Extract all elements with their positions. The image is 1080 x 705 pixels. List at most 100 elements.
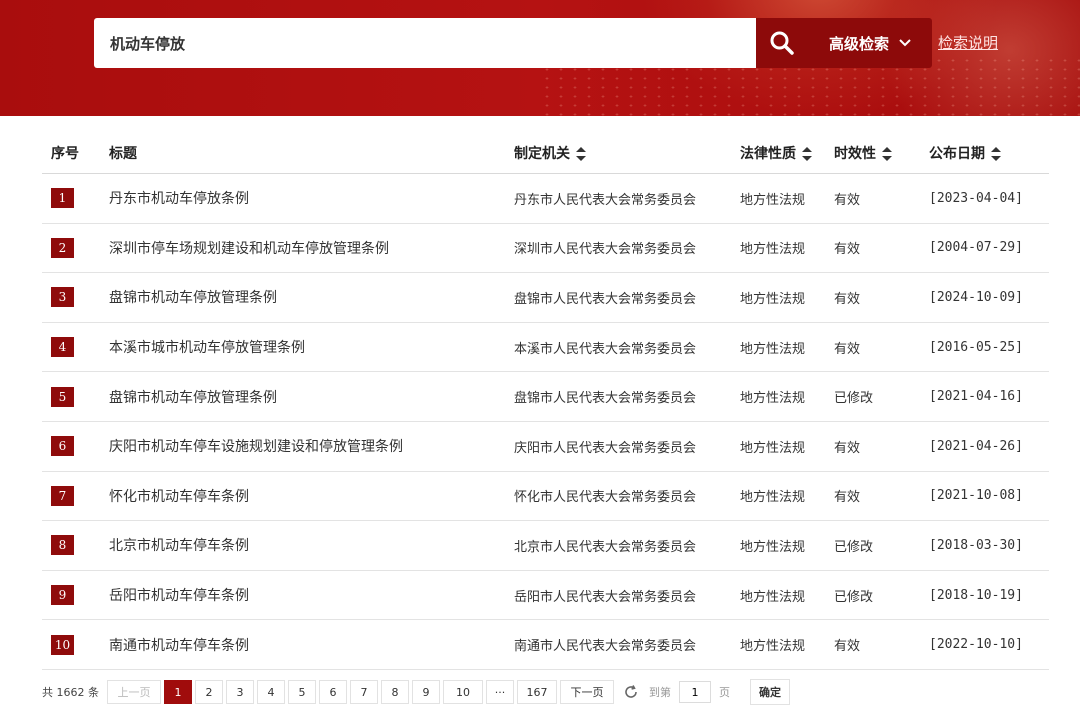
row-validity: 已修改 (834, 570, 929, 621)
row-title-link[interactable]: 深圳市停车场规划建设和机动车停放管理条例 (109, 241, 389, 257)
search-icon (770, 31, 794, 55)
row-date: [2018-03-30] (929, 520, 1049, 571)
row-authority: 庆阳市人民代表大会常务委员会 (514, 421, 740, 472)
row-date: [2024-10-09] (929, 272, 1049, 323)
goto-suffix: 页 (719, 686, 730, 699)
row-validity: 有效 (834, 421, 929, 472)
row-title-link[interactable]: 本溪市城市机动车停放管理条例 (109, 340, 305, 356)
search-help-link[interactable]: 检索说明 (938, 32, 998, 53)
page-button-6[interactable]: 6 (319, 680, 347, 704)
row-nature: 地方性法规 (740, 223, 834, 274)
row-authority: 北京市人民代表大会常务委员会 (514, 520, 740, 571)
row-authority: 南通市人民代表大会常务委员会 (514, 619, 740, 670)
page-button-4[interactable]: 4 (257, 680, 285, 704)
goto-confirm-button[interactable]: 确定 (750, 679, 790, 705)
row-title-link[interactable]: 丹东市机动车停放条例 (109, 191, 249, 207)
row-nature: 地方性法规 (740, 570, 834, 621)
refresh-button[interactable] (623, 684, 639, 700)
page-button-2[interactable]: 2 (195, 680, 223, 704)
row-title-link[interactable]: 北京市机动车停车条例 (109, 538, 249, 554)
advanced-search-button[interactable]: 高级检索 (808, 18, 932, 68)
page-button-10[interactable]: 10 (443, 680, 483, 704)
table-row: 9 岳阳市机动车停车条例 岳阳市人民代表大会常务委员会 地方性法规 已修改 [2… (42, 570, 1049, 621)
row-date: [2023-04-04] (929, 173, 1049, 224)
row-title-link[interactable]: 盘锦市机动车停放管理条例 (109, 390, 277, 406)
row-index-badge: 5 (51, 386, 74, 407)
header-nature[interactable]: 法律性质 (740, 132, 834, 174)
row-nature: 地方性法规 (740, 322, 834, 373)
advanced-search-label: 高级检索 (828, 34, 889, 53)
next-page-button[interactable]: 下一页 (560, 680, 614, 704)
row-authority: 深圳市人民代表大会常务委员会 (514, 223, 740, 274)
chevron-down-icon (899, 39, 911, 47)
row-date: [2018-10-19] (929, 570, 1049, 621)
table-row: 5 盘锦市机动车停放管理条例 盘锦市人民代表大会常务委员会 地方性法规 已修改 … (42, 371, 1049, 422)
table-row: 3 盘锦市机动车停放管理条例 盘锦市人民代表大会常务委员会 地方性法规 有效 [… (42, 272, 1049, 323)
row-date: [2021-04-26] (929, 421, 1049, 472)
row-authority: 岳阳市人民代表大会常务委员会 (514, 570, 740, 621)
header-authority[interactable]: 制定机关 (514, 132, 740, 174)
prev-page-button[interactable]: 上一页 (107, 680, 161, 704)
row-index-badge: 4 (51, 337, 74, 358)
page-button-9[interactable]: 9 (412, 680, 440, 704)
page-button-last[interactable]: 167 (517, 680, 557, 704)
row-index-badge: 1 (51, 188, 74, 209)
row-date: [2021-04-16] (929, 371, 1049, 422)
row-validity: 有效 (834, 223, 929, 274)
table-header-row: 序号 标题 制定机关 法律性质 时效性 公布日期 (42, 132, 1049, 174)
row-title-link[interactable]: 怀化市机动车停车条例 (109, 489, 249, 505)
row-index-badge: 7 (51, 485, 74, 506)
sort-icon[interactable] (882, 146, 892, 161)
page-button-8[interactable]: 8 (381, 680, 409, 704)
row-nature: 地方性法规 (740, 173, 834, 224)
goto-page-input[interactable] (679, 681, 711, 703)
row-title-link[interactable]: 庆阳市机动车停车设施规划建设和停放管理条例 (109, 439, 403, 455)
goto-prefix: 到第 (649, 686, 671, 699)
search-query-text: 机动车停放 (110, 34, 186, 53)
row-index-badge: 8 (51, 535, 74, 556)
row-validity: 有效 (834, 322, 929, 373)
row-title-link[interactable]: 盘锦市机动车停放管理条例 (109, 290, 277, 306)
sort-icon[interactable] (991, 146, 1001, 161)
header-date[interactable]: 公布日期 (929, 132, 1049, 174)
row-date: [2021-10-08] (929, 471, 1049, 522)
page-button-1[interactable]: 1 (164, 680, 192, 704)
row-validity: 已修改 (834, 371, 929, 422)
header-index: 序号 (42, 132, 100, 174)
total-count: 共 1662 条 (42, 686, 99, 699)
row-index-badge: 3 (51, 287, 74, 308)
page-button-5[interactable]: 5 (288, 680, 316, 704)
page-button-7[interactable]: 7 (350, 680, 378, 704)
header-validity[interactable]: 时效性 (834, 132, 929, 174)
row-authority: 本溪市人民代表大会常务委员会 (514, 322, 740, 373)
sort-icon[interactable] (576, 146, 586, 161)
sort-icon[interactable] (802, 146, 812, 161)
row-validity: 有效 (834, 619, 929, 670)
table-row: 6 庆阳市机动车停车设施规划建设和停放管理条例 庆阳市人民代表大会常务委员会 地… (42, 421, 1049, 472)
pagination: 共 1662 条 上一页 1 2 3 4 5 6 7 8 9 10 ··· 16… (42, 679, 1042, 705)
row-validity: 有效 (834, 471, 929, 522)
row-title-link[interactable]: 南通市机动车停车条例 (109, 638, 249, 654)
row-date: [2004-07-29] (929, 223, 1049, 274)
row-index-badge: 10 (51, 634, 74, 655)
table-row: 4 本溪市城市机动车停放管理条例 本溪市人民代表大会常务委员会 地方性法规 有效… (42, 322, 1049, 373)
row-nature: 地方性法规 (740, 471, 834, 522)
row-index-badge: 6 (51, 436, 74, 457)
row-index-badge: 2 (51, 237, 74, 258)
row-nature: 地方性法规 (740, 272, 834, 323)
row-nature: 地方性法规 (740, 371, 834, 422)
header-title: 标题 (100, 132, 514, 174)
row-validity: 有效 (834, 272, 929, 323)
page-ellipsis: ··· (486, 680, 514, 704)
row-date: [2022-10-10] (929, 619, 1049, 670)
row-nature: 地方性法规 (740, 619, 834, 670)
row-validity: 已修改 (834, 520, 929, 571)
table-row: 1 丹东市机动车停放条例 丹东市人民代表大会常务委员会 地方性法规 有效 [20… (42, 173, 1049, 224)
page-button-3[interactable]: 3 (226, 680, 254, 704)
table-row: 10 南通市机动车停车条例 南通市人民代表大会常务委员会 地方性法规 有效 [2… (42, 619, 1049, 670)
search-input[interactable]: 机动车停放 (94, 18, 756, 68)
row-authority: 盘锦市人民代表大会常务委员会 (514, 272, 740, 323)
row-date: [2016-05-25] (929, 322, 1049, 373)
row-title-link[interactable]: 岳阳市机动车停车条例 (109, 588, 249, 604)
search-button[interactable] (756, 18, 808, 68)
